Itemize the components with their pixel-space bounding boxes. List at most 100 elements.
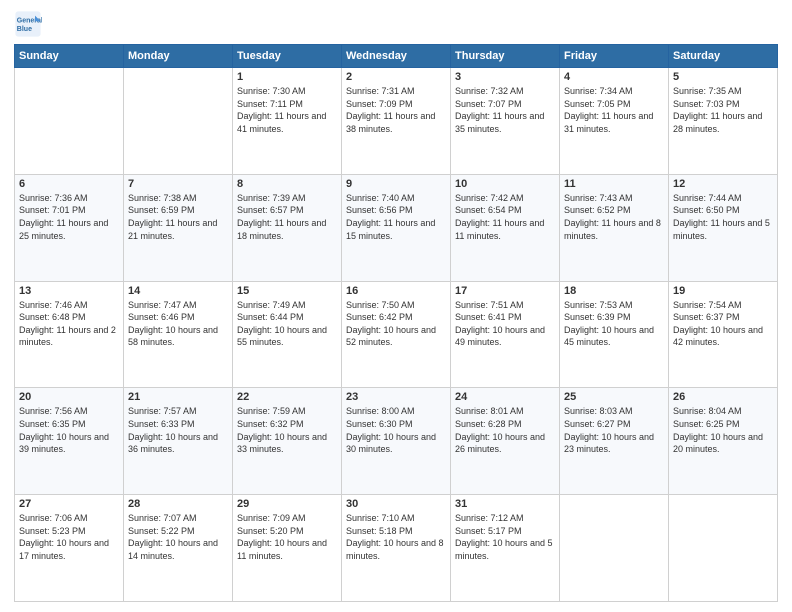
- calendar-cell: [560, 495, 669, 602]
- day-info: Sunrise: 8:01 AM Sunset: 6:28 PM Dayligh…: [455, 405, 555, 455]
- day-info: Sunrise: 8:04 AM Sunset: 6:25 PM Dayligh…: [673, 405, 773, 455]
- week-row-4: 27 Sunrise: 7:06 AM Sunset: 5:23 PM Dayli…: [15, 495, 778, 602]
- col-header-friday: Friday: [560, 45, 669, 68]
- col-header-saturday: Saturday: [669, 45, 778, 68]
- calendar-cell: 3 Sunrise: 7:32 AM Sunset: 7:07 PM Daylig…: [451, 68, 560, 175]
- day-info: Sunrise: 7:30 AM Sunset: 7:11 PM Dayligh…: [237, 85, 337, 135]
- calendar-cell: 4Sunrise: 7:34 AM Sunset: 7:05 PM Daylig…: [560, 68, 669, 175]
- day-number: 6: [19, 178, 119, 190]
- day-number: 20: [19, 391, 119, 403]
- day-info: Sunrise: 7:50 AM Sunset: 6:42 PM Dayligh…: [346, 299, 446, 349]
- calendar-cell: 8Sunrise: 7:39 AM Sunset: 6:57 PM Daylig…: [233, 174, 342, 281]
- calendar-cell: [124, 68, 233, 175]
- day-info: Sunrise: 8:03 AM Sunset: 6:27 PM Dayligh…: [564, 405, 664, 455]
- day-info: Sunrise: 7:46 AM Sunset: 6:48 PM Dayligh…: [19, 299, 119, 349]
- day-info: Sunrise: 7:35 AM Sunset: 7:03 PM Dayligh…: [673, 85, 773, 135]
- day-info: Sunrise: 7:34 AM Sunset: 7:05 PM Dayligh…: [564, 85, 664, 135]
- day-number: 17: [455, 285, 555, 297]
- calendar-cell: 24 Sunrise: 8:01 AM Sunset: 6:28 PM Dayli…: [451, 388, 560, 495]
- day-info: Sunrise: 7:38 AM Sunset: 6:59 PM Dayligh…: [128, 192, 228, 242]
- day-info: Sunrise: 7:44 AM Sunset: 6:50 PM Dayligh…: [673, 192, 773, 242]
- day-number: 7: [128, 178, 228, 190]
- calendar-cell: 9 Sunrise: 7:40 AM Sunset: 6:56 PM Daylig…: [342, 174, 451, 281]
- calendar-cell: 22Sunrise: 7:59 AM Sunset: 6:32 PM Dayli…: [233, 388, 342, 495]
- day-info: Sunrise: 8:00 AM Sunset: 6:30 PM Dayligh…: [346, 405, 446, 455]
- calendar-cell: 29 Sunrise: 7:09 AM Sunset: 5:20 PM Dayli…: [233, 495, 342, 602]
- day-info: Sunrise: 7:54 AM Sunset: 6:37 PM Dayligh…: [673, 299, 773, 349]
- day-number: 13: [19, 285, 119, 297]
- calendar-cell: 16Sunrise: 7:50 AM Sunset: 6:42 PM Dayli…: [342, 281, 451, 388]
- calendar-cell: 26 Sunrise: 8:04 AM Sunset: 6:25 PM Dayli…: [669, 388, 778, 495]
- week-row-3: 20 Sunrise: 7:56 AM Sunset: 6:35 PM Dayli…: [15, 388, 778, 495]
- day-info: Sunrise: 7:57 AM Sunset: 6:33 PM Dayligh…: [128, 405, 228, 455]
- calendar-cell: 14Sunrise: 7:47 AM Sunset: 6:46 PM Dayli…: [124, 281, 233, 388]
- week-row-0: 1Sunrise: 7:30 AM Sunset: 7:11 PM Daylig…: [15, 68, 778, 175]
- header: General Blue: [14, 10, 778, 38]
- day-info: Sunrise: 7:59 AM Sunset: 6:32 PM Dayligh…: [237, 405, 337, 455]
- day-number: 10: [455, 178, 555, 190]
- logo-icon: General Blue: [14, 10, 42, 38]
- calendar-cell: 1Sunrise: 7:30 AM Sunset: 7:11 PM Daylig…: [233, 68, 342, 175]
- calendar-cell: 17 Sunrise: 7:51 AM Sunset: 6:41 PM Dayli…: [451, 281, 560, 388]
- day-number: 26: [673, 391, 773, 403]
- calendar-cell: [669, 495, 778, 602]
- day-info: Sunrise: 7:49 AM Sunset: 6:44 PM Dayligh…: [237, 299, 337, 349]
- day-number: 2: [346, 71, 446, 83]
- calendar-cell: 18 Sunrise: 7:53 AM Sunset: 6:39 PM Dayli…: [560, 281, 669, 388]
- calendar-cell: 23Sunrise: 8:00 AM Sunset: 6:30 PM Dayli…: [342, 388, 451, 495]
- col-header-thursday: Thursday: [451, 45, 560, 68]
- day-info: Sunrise: 7:07 AM Sunset: 5:22 PM Dayligh…: [128, 512, 228, 562]
- day-number: 28: [128, 498, 228, 510]
- day-info: Sunrise: 7:53 AM Sunset: 6:39 PM Dayligh…: [564, 299, 664, 349]
- day-info: Sunrise: 7:40 AM Sunset: 6:56 PM Dayligh…: [346, 192, 446, 242]
- calendar-cell: 7 Sunrise: 7:38 AM Sunset: 6:59 PM Daylig…: [124, 174, 233, 281]
- day-info: Sunrise: 7:12 AM Sunset: 5:17 PM Dayligh…: [455, 512, 555, 562]
- page: General Blue SundayMondayTuesdayWednesda…: [0, 0, 792, 612]
- calendar-cell: 15Sunrise: 7:49 AM Sunset: 6:44 PM Dayli…: [233, 281, 342, 388]
- calendar-header-row: SundayMondayTuesdayWednesdayThursdayFrid…: [15, 45, 778, 68]
- day-info: Sunrise: 7:10 AM Sunset: 5:18 PM Dayligh…: [346, 512, 446, 562]
- calendar-cell: 12 Sunrise: 7:44 AM Sunset: 6:50 PM Dayli…: [669, 174, 778, 281]
- day-info: Sunrise: 7:31 AM Sunset: 7:09 PM Dayligh…: [346, 85, 446, 135]
- calendar-cell: 31Sunrise: 7:12 AM Sunset: 5:17 PM Dayli…: [451, 495, 560, 602]
- calendar-cell: 10 Sunrise: 7:42 AM Sunset: 6:54 PM Dayli…: [451, 174, 560, 281]
- day-number: 21: [128, 391, 228, 403]
- day-number: 12: [673, 178, 773, 190]
- day-number: 29: [237, 498, 337, 510]
- calendar-cell: 13 Sunrise: 7:46 AM Sunset: 6:48 PM Dayli…: [15, 281, 124, 388]
- calendar-cell: 2 Sunrise: 7:31 AM Sunset: 7:09 PM Daylig…: [342, 68, 451, 175]
- day-info: Sunrise: 7:43 AM Sunset: 6:52 PM Dayligh…: [564, 192, 664, 242]
- day-info: Sunrise: 7:09 AM Sunset: 5:20 PM Dayligh…: [237, 512, 337, 562]
- svg-text:Blue: Blue: [17, 26, 32, 33]
- col-header-wednesday: Wednesday: [342, 45, 451, 68]
- day-info: Sunrise: 7:56 AM Sunset: 6:35 PM Dayligh…: [19, 405, 119, 455]
- day-number: 3: [455, 71, 555, 83]
- day-info: Sunrise: 7:36 AM Sunset: 7:01 PM Dayligh…: [19, 192, 119, 242]
- calendar-cell: 21 Sunrise: 7:57 AM Sunset: 6:33 PM Dayli…: [124, 388, 233, 495]
- day-number: 11: [564, 178, 664, 190]
- calendar-cell: 30Sunrise: 7:10 AM Sunset: 5:18 PM Dayli…: [342, 495, 451, 602]
- day-info: Sunrise: 7:32 AM Sunset: 7:07 PM Dayligh…: [455, 85, 555, 135]
- day-info: Sunrise: 7:51 AM Sunset: 6:41 PM Dayligh…: [455, 299, 555, 349]
- calendar-cell: [15, 68, 124, 175]
- calendar-cell: 11 Sunrise: 7:43 AM Sunset: 6:52 PM Dayli…: [560, 174, 669, 281]
- day-info: Sunrise: 7:42 AM Sunset: 6:54 PM Dayligh…: [455, 192, 555, 242]
- day-number: 9: [346, 178, 446, 190]
- col-header-monday: Monday: [124, 45, 233, 68]
- calendar-cell: 6 Sunrise: 7:36 AM Sunset: 7:01 PM Daylig…: [15, 174, 124, 281]
- day-number: 24: [455, 391, 555, 403]
- day-number: 8: [237, 178, 337, 190]
- day-info: Sunrise: 7:47 AM Sunset: 6:46 PM Dayligh…: [128, 299, 228, 349]
- calendar-cell: 5 Sunrise: 7:35 AM Sunset: 7:03 PM Daylig…: [669, 68, 778, 175]
- day-number: 5: [673, 71, 773, 83]
- week-row-1: 6 Sunrise: 7:36 AM Sunset: 7:01 PM Daylig…: [15, 174, 778, 281]
- logo: General Blue: [14, 10, 46, 38]
- day-number: 18: [564, 285, 664, 297]
- day-number: 27: [19, 498, 119, 510]
- day-info: Sunrise: 7:06 AM Sunset: 5:23 PM Dayligh…: [19, 512, 119, 562]
- calendar-cell: 20 Sunrise: 7:56 AM Sunset: 6:35 PM Dayli…: [15, 388, 124, 495]
- calendar-cell: 25Sunrise: 8:03 AM Sunset: 6:27 PM Dayli…: [560, 388, 669, 495]
- col-header-tuesday: Tuesday: [233, 45, 342, 68]
- week-row-2: 13 Sunrise: 7:46 AM Sunset: 6:48 PM Dayli…: [15, 281, 778, 388]
- calendar-cell: 28 Sunrise: 7:07 AM Sunset: 5:22 PM Dayli…: [124, 495, 233, 602]
